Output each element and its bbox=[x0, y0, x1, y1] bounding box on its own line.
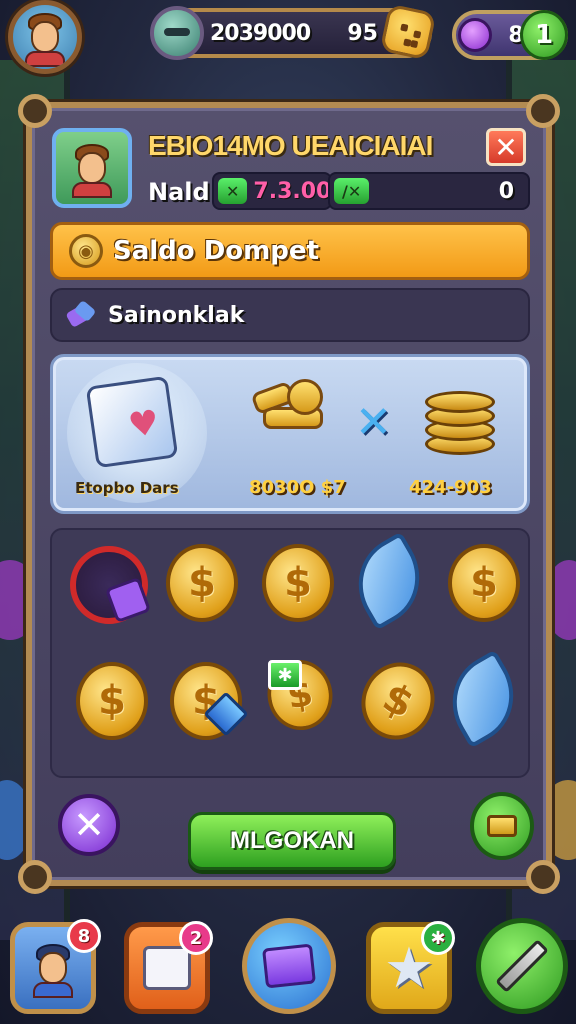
folder-icon bbox=[262, 943, 316, 989]
gem-icon bbox=[458, 18, 492, 52]
coin-icon: $ bbox=[262, 544, 334, 622]
avatar-icon bbox=[70, 142, 114, 198]
stat-box-right: /✕ 0 bbox=[328, 172, 530, 210]
nav-edit[interactable] bbox=[476, 918, 568, 1014]
featured-label-gift: Etopbo Dars bbox=[75, 479, 179, 497]
nav-favorites[interactable]: ★ ✱ bbox=[366, 921, 455, 1014]
stat-pill-left: ✕ bbox=[218, 178, 248, 204]
currency-bar[interactable]: 2039000 95 bbox=[150, 3, 437, 61]
add-gems-button[interactable]: 1 bbox=[520, 10, 568, 60]
reward-locked-item[interactable] bbox=[70, 546, 148, 624]
reward-coin[interactable]: $ bbox=[76, 662, 150, 740]
coin-icon: $ bbox=[76, 662, 148, 740]
notification-badge: 8 bbox=[67, 919, 101, 953]
currency-orb-icon bbox=[150, 6, 204, 60]
reward-coin[interactable]: $ bbox=[348, 650, 448, 752]
reward-coin[interactable]: $ bbox=[448, 544, 522, 622]
header-avatar bbox=[52, 128, 132, 208]
panel-title: EBIO14MO UEAICIAIAI bbox=[148, 130, 433, 161]
side-action-button[interactable] bbox=[470, 792, 534, 860]
nav-inbox[interactable]: 2 bbox=[124, 921, 213, 1014]
nav-profile[interactable]: 8 bbox=[10, 919, 101, 1014]
notification-badge: 2 bbox=[179, 921, 213, 955]
reward-coin[interactable]: $ bbox=[262, 544, 336, 622]
panel-corner-ornament bbox=[526, 860, 560, 894]
panel-corner-ornament bbox=[18, 860, 52, 894]
currency-amount: 2039000 bbox=[210, 20, 311, 46]
close-button[interactable]: ✕ bbox=[486, 128, 526, 166]
wallet-panel: EBIO14MO UEAICIAIAI ✕ Nald ✕ 7.3.00 /✕ 0… bbox=[18, 94, 560, 894]
reward-blade[interactable] bbox=[340, 531, 438, 631]
coin-icon: $ bbox=[448, 544, 520, 622]
blade-icon bbox=[340, 531, 438, 631]
puzzle-icon bbox=[66, 300, 96, 330]
pencil-icon bbox=[495, 939, 549, 993]
gift-box-icon bbox=[85, 375, 179, 469]
player-avatar[interactable] bbox=[8, 0, 82, 74]
reward-coin-gem[interactable]: $ bbox=[170, 662, 249, 740]
featured-label-gold: 8030O $7 bbox=[249, 477, 346, 498]
blade-icon bbox=[434, 649, 532, 749]
coin-icon: $ bbox=[348, 650, 448, 752]
saldo-label: Saldo Dompet bbox=[113, 236, 319, 266]
avatar-icon bbox=[23, 11, 67, 67]
gold-bars-icon bbox=[250, 377, 333, 457]
panel-corner-ornament bbox=[526, 94, 560, 128]
stat-value-left: 7.3.00 bbox=[253, 178, 332, 204]
panel-corner-ornament bbox=[18, 94, 52, 128]
currency-secondary: 95 bbox=[347, 20, 378, 46]
coin-stack-icon bbox=[425, 389, 495, 457]
tag-icon: ✱ bbox=[268, 660, 302, 690]
chest-icon bbox=[487, 815, 517, 837]
featured-offer[interactable]: Etopbo Dars 8030O $7 ✕ 424-903 bbox=[50, 354, 530, 514]
reward-coin[interactable]: $ bbox=[166, 544, 240, 622]
notification-badge: ✱ bbox=[421, 921, 455, 955]
stat-value-right: 0 bbox=[498, 178, 514, 204]
avatar-icon bbox=[31, 942, 75, 998]
reward-coin-pile[interactable]: $ ✱ bbox=[261, 654, 339, 736]
rewards-grid: $ $ $ $ $ $ ✱ $ bbox=[50, 528, 532, 778]
cookie-icon[interactable] bbox=[379, 3, 437, 61]
lock-icon bbox=[70, 546, 148, 624]
stat-pill-right: /✕ bbox=[334, 178, 370, 204]
player-name: Nald bbox=[148, 178, 210, 206]
stat-box-left: ✕ 7.3.00 bbox=[212, 172, 332, 210]
panel-header: EBIO14MO UEAICIAIAI ✕ Nald ✕ 7.3.00 /✕ 0 bbox=[52, 126, 530, 216]
cancel-button[interactable]: ✕ bbox=[58, 794, 120, 856]
nav-home[interactable] bbox=[242, 918, 336, 1014]
confirm-button[interactable]: MLGOKAN bbox=[188, 812, 396, 870]
saldo-bar[interactable]: ◉ Saldo Dompet bbox=[50, 222, 530, 280]
featured-label-coins: 424-903 bbox=[409, 477, 492, 498]
mail-icon bbox=[143, 946, 191, 990]
reward-blade[interactable] bbox=[434, 649, 532, 749]
section-label: Sainonklak bbox=[108, 302, 245, 328]
section-bar[interactable]: Sainonklak bbox=[50, 288, 530, 342]
multiply-icon: ✕ bbox=[355, 397, 392, 448]
gem-counter[interactable]: 8 1 bbox=[452, 10, 568, 60]
coin-icon: ◉ bbox=[69, 234, 103, 268]
coin-icon: $ bbox=[166, 544, 238, 622]
